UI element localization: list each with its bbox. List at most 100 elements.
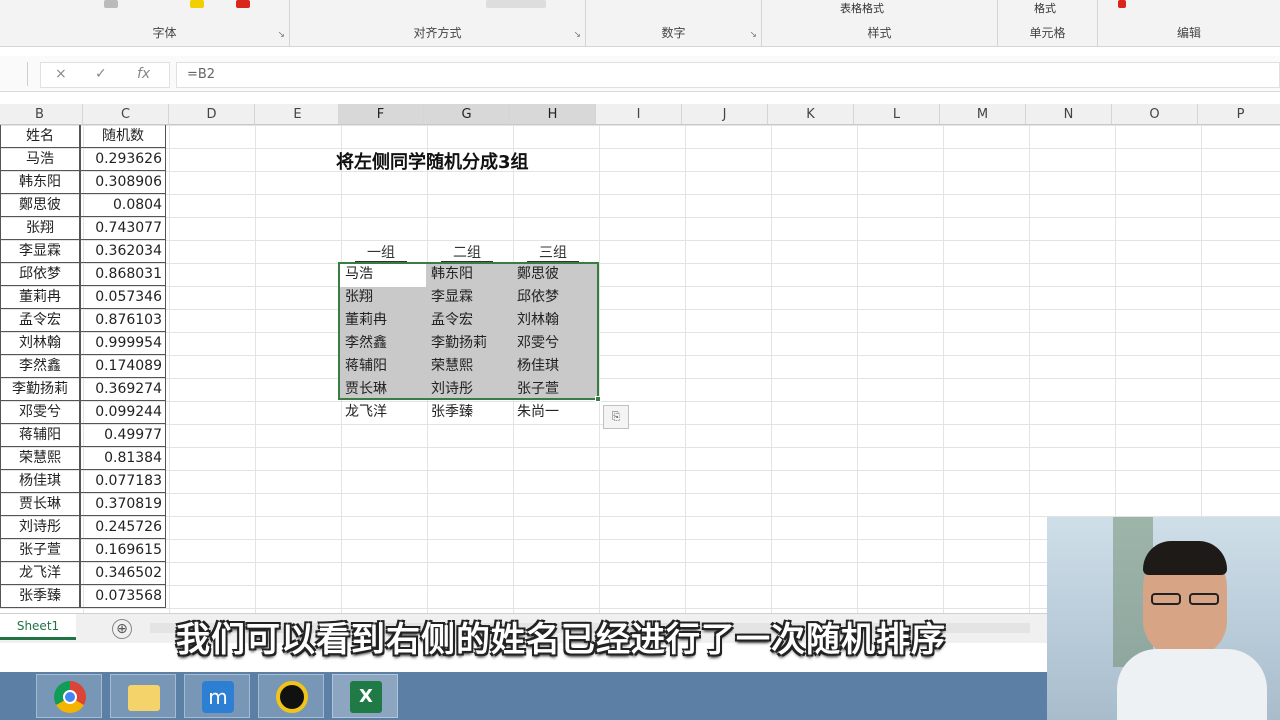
list-random-cell[interactable]: 0.077183 xyxy=(80,470,166,493)
group-member-cell[interactable]: 刘诗彤 xyxy=(426,378,510,401)
format-button[interactable]: 格式 xyxy=(1034,0,1056,16)
list-name-cell[interactable]: 邓雯兮 xyxy=(0,401,80,424)
column-header[interactable]: O xyxy=(1112,104,1198,125)
column-header[interactable]: I xyxy=(596,104,682,125)
list-random-cell[interactable]: 0.362034 xyxy=(80,240,166,263)
list-random-cell[interactable]: 0.743077 xyxy=(80,217,166,240)
column-header[interactable]: H xyxy=(510,104,596,125)
dialog-launcher-icon[interactable]: ↘ xyxy=(573,30,581,40)
text-color-icon[interactable] xyxy=(236,0,250,8)
list-random-cell[interactable]: 0.369274 xyxy=(80,378,166,401)
list-name-cell[interactable]: 刘诗彤 xyxy=(0,516,80,539)
list-random-cell[interactable]: 0.0804 xyxy=(80,194,166,217)
list-name-cell[interactable]: 张翔 xyxy=(0,217,80,240)
column-header[interactable]: L xyxy=(854,104,940,125)
list-random-cell[interactable]: 0.245726 xyxy=(80,516,166,539)
taskbar-app[interactable] xyxy=(258,674,324,718)
group-member-cell[interactable]: 李显霖 xyxy=(426,286,510,309)
list-name-cell[interactable]: 李显霖 xyxy=(0,240,80,263)
list-random-cell[interactable]: 0.49977 xyxy=(80,424,166,447)
enter-icon[interactable]: ✓ xyxy=(95,66,107,82)
list-random-cell[interactable]: 0.868031 xyxy=(80,263,166,286)
taskbar-app[interactable]: m xyxy=(184,674,250,718)
list-random-cell[interactable]: 0.174089 xyxy=(80,355,166,378)
merge-center-icon[interactable] xyxy=(486,0,546,8)
list-name-cell[interactable]: 韩东阳 xyxy=(0,171,80,194)
formula-input[interactable]: =B2 xyxy=(176,62,1280,88)
list-name-cell[interactable]: 马浩 xyxy=(0,148,80,171)
list-name-cell[interactable]: 刘林翰 xyxy=(0,332,80,355)
list-random-cell[interactable]: 0.346502 xyxy=(80,562,166,585)
list-name-cell[interactable]: 龙飞洋 xyxy=(0,562,80,585)
list-name-cell[interactable]: 李然鑫 xyxy=(0,355,80,378)
list-name-cell[interactable]: 孟令宏 xyxy=(0,309,80,332)
highlight-icon[interactable] xyxy=(190,0,204,8)
group-member-cell[interactable]: 张季臻 xyxy=(426,401,510,424)
insert-function-icon[interactable]: fx xyxy=(137,66,150,82)
clear-icon[interactable] xyxy=(1118,0,1126,8)
list-name-cell[interactable]: 邱依梦 xyxy=(0,263,80,286)
column-header[interactable]: J xyxy=(682,104,768,125)
group-member-cell[interactable]: 孟令宏 xyxy=(426,309,510,332)
group-member-cell[interactable]: 张翔 xyxy=(340,286,424,309)
add-sheet-icon[interactable]: ⊕ xyxy=(112,619,132,639)
taskbar-app[interactable] xyxy=(36,674,102,718)
group-member-cell[interactable]: 龙飞洋 xyxy=(340,401,424,424)
list-name-cell[interactable]: 鄭思彼 xyxy=(0,194,80,217)
column-header[interactable]: E xyxy=(255,104,341,125)
column-header[interactable]: G xyxy=(424,104,510,125)
group-member-cell[interactable]: 张子萱 xyxy=(512,378,596,401)
list-random-cell[interactable]: 0.370819 xyxy=(80,493,166,516)
group-member-cell[interactable]: 蒋辅阳 xyxy=(340,355,424,378)
group-member-cell[interactable]: 荣慧熙 xyxy=(426,355,510,378)
name-box[interactable] xyxy=(0,62,28,86)
column-header[interactable]: D xyxy=(169,104,255,125)
list-name-cell[interactable]: 蒋辅阳 xyxy=(0,424,80,447)
list-header-random[interactable]: 随机数 xyxy=(80,125,166,148)
group-member-cell[interactable]: 杨佳琪 xyxy=(512,355,596,378)
list-name-cell[interactable]: 李勤扬莉 xyxy=(0,378,80,401)
column-header[interactable]: C xyxy=(83,104,169,125)
column-header[interactable]: M xyxy=(940,104,1026,125)
group-member-cell[interactable]: 李勤扬莉 xyxy=(426,332,510,355)
font-color-icon[interactable] xyxy=(104,0,118,8)
taskbar-app[interactable] xyxy=(110,674,176,718)
list-random-cell[interactable]: 0.293626 xyxy=(80,148,166,171)
sheet-tab[interactable]: Sheet1 xyxy=(0,614,76,640)
dialog-launcher-icon[interactable]: ↘ xyxy=(277,30,285,40)
column-header[interactable]: B xyxy=(0,104,83,125)
list-random-cell[interactable]: 0.81384 xyxy=(80,447,166,470)
column-header[interactable]: F xyxy=(338,104,424,125)
group-member-cell[interactable]: 邱依梦 xyxy=(512,286,596,309)
list-random-cell[interactable]: 0.999954 xyxy=(80,332,166,355)
group-member-cell[interactable]: 刘林翰 xyxy=(512,309,596,332)
group-member-cell[interactable]: 鄭思彼 xyxy=(512,263,596,286)
list-random-cell[interactable]: 0.308906 xyxy=(80,171,166,194)
format-as-table-button[interactable]: 表格格式 xyxy=(840,0,884,16)
list-random-cell[interactable]: 0.876103 xyxy=(80,309,166,332)
list-name-cell[interactable]: 杨佳琪 xyxy=(0,470,80,493)
group-member-cell[interactable]: 邓雯兮 xyxy=(512,332,596,355)
column-header[interactable]: K xyxy=(768,104,854,125)
list-random-cell[interactable]: 0.073568 xyxy=(80,585,166,608)
group-member-cell[interactable]: 朱尚一 xyxy=(512,401,596,424)
group-member-cell[interactable]: 李然鑫 xyxy=(340,332,424,355)
group-member-cell[interactable]: 马浩 xyxy=(340,263,424,286)
list-name-cell[interactable]: 张季臻 xyxy=(0,585,80,608)
list-random-cell[interactable]: 0.099244 xyxy=(80,401,166,424)
list-header-name[interactable]: 姓名 xyxy=(0,125,80,148)
column-header[interactable]: N xyxy=(1026,104,1112,125)
paste-options-icon[interactable]: ⎘ xyxy=(603,405,629,429)
group-member-cell[interactable]: 韩东阳 xyxy=(426,263,510,286)
list-name-cell[interactable]: 荣慧熙 xyxy=(0,447,80,470)
column-header[interactable]: P xyxy=(1198,104,1280,125)
list-name-cell[interactable]: 贾长琳 xyxy=(0,493,80,516)
list-random-cell[interactable]: 0.169615 xyxy=(80,539,166,562)
group-member-cell[interactable]: 贾长琳 xyxy=(340,378,424,401)
list-name-cell[interactable]: 张子萱 xyxy=(0,539,80,562)
taskbar-app[interactable]: X xyxy=(332,674,398,718)
cancel-icon[interactable]: × xyxy=(55,66,67,82)
group-member-cell[interactable]: 董莉冉 xyxy=(340,309,424,332)
list-random-cell[interactable]: 0.057346 xyxy=(80,286,166,309)
list-name-cell[interactable]: 董莉冉 xyxy=(0,286,80,309)
